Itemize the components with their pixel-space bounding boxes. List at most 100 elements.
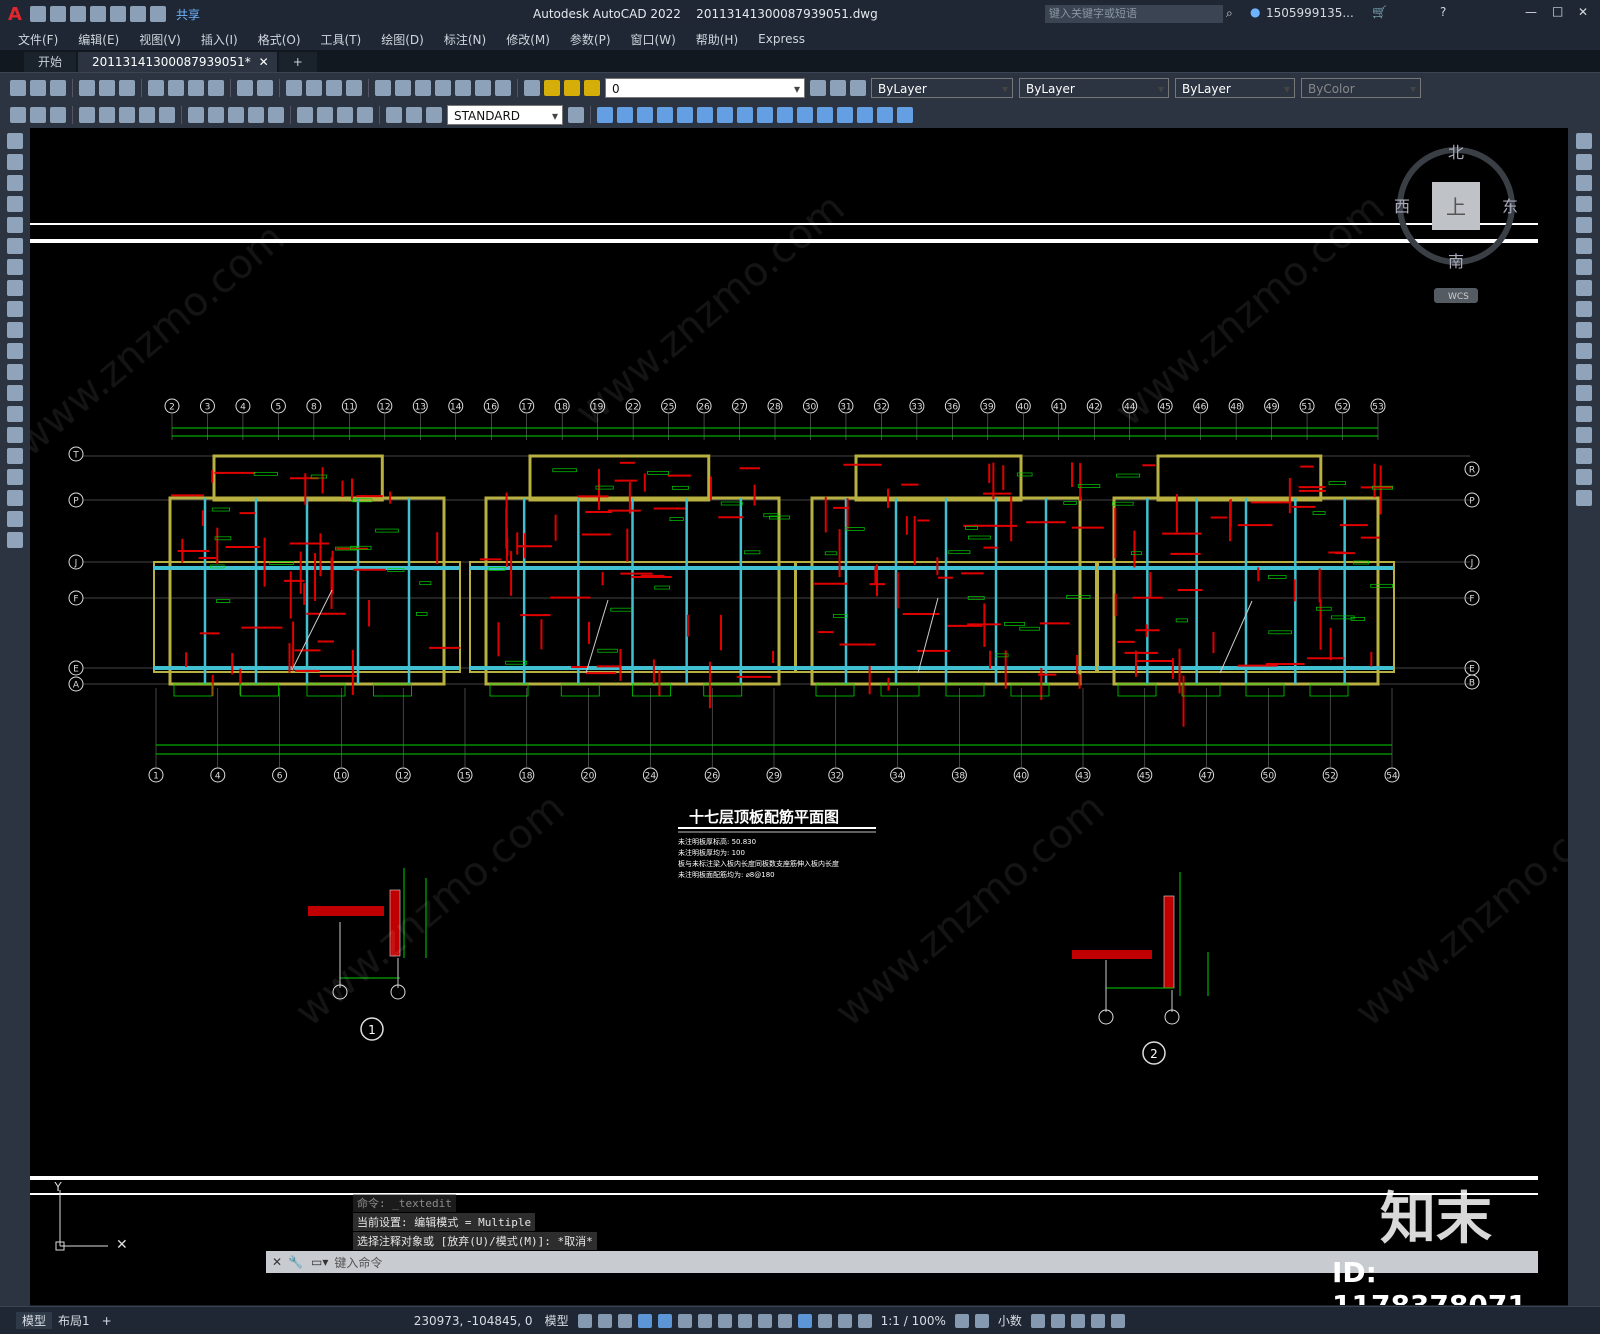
layer-previous-icon[interactable] — [830, 79, 846, 96]
customize-icon[interactable] — [1110, 1313, 1125, 1328]
save-file-icon[interactable] — [50, 79, 66, 96]
move-side-icon[interactable] — [1576, 238, 1592, 254]
lineweight-icon[interactable] — [737, 1313, 752, 1328]
polygon-icon[interactable] — [7, 196, 23, 212]
break-point-side-icon[interactable] — [1576, 364, 1592, 380]
point-icon[interactable] — [7, 406, 23, 422]
cmd-prompt-icon[interactable]: ▭▾ — [311, 1255, 328, 1269]
print-icon[interactable] — [79, 79, 95, 96]
fillet-side-icon[interactable] — [1576, 448, 1592, 464]
mirror-side-icon[interactable] — [1576, 175, 1592, 191]
units-select[interactable]: 小数 — [992, 1312, 1028, 1329]
menu-edit[interactable]: 编辑(E) — [68, 31, 129, 48]
dim-linear-icon[interactable] — [10, 107, 26, 123]
quick-dim-icon[interactable] — [188, 107, 204, 123]
array-icon[interactable] — [677, 107, 693, 123]
layout-tab-layout1[interactable]: 布局1 — [52, 1312, 96, 1329]
rotate-icon[interactable] — [717, 107, 733, 123]
tab-start[interactable]: 开始 — [24, 52, 77, 72]
properties-icon[interactable] — [375, 79, 391, 96]
lineweight-select[interactable]: ByLayer — [1175, 77, 1295, 99]
dim-aligned-icon[interactable] — [30, 107, 46, 123]
extend-side-icon[interactable] — [1576, 343, 1592, 359]
menu-window[interactable]: 窗口(W) — [621, 31, 686, 48]
help-icon[interactable]: ? — [1440, 5, 1446, 19]
redo-tool-icon[interactable] — [257, 79, 273, 96]
line-icon[interactable] — [7, 133, 23, 149]
chamfer-icon[interactable] — [857, 107, 873, 123]
dim-edit-icon[interactable] — [386, 107, 402, 123]
share-button[interactable]: 共享 — [176, 6, 200, 23]
menu-insert[interactable]: 插入(I) — [191, 31, 248, 48]
blend-side-icon[interactable] — [1576, 469, 1592, 485]
spline-icon[interactable] — [7, 301, 23, 317]
rotate-side-icon[interactable] — [1576, 259, 1592, 275]
annotation-scale[interactable]: 1:1 / 100% — [875, 1314, 952, 1328]
copy-side-icon[interactable] — [1576, 154, 1592, 170]
ellipse-arc-icon[interactable] — [7, 343, 23, 359]
move-icon[interactable] — [697, 107, 713, 123]
markup-icon[interactable] — [455, 79, 471, 96]
annotation-visibility-icon[interactable] — [837, 1313, 852, 1328]
center-mark-icon[interactable] — [317, 107, 333, 123]
close-tab-icon[interactable]: ✕ — [259, 52, 269, 72]
copy-object-icon[interactable] — [617, 107, 633, 123]
inspect-icon[interactable] — [337, 107, 353, 123]
text-style-select[interactable]: STANDARD — [447, 105, 563, 126]
3dosnap-icon[interactable] — [797, 1313, 812, 1328]
chamfer-side-icon[interactable] — [1576, 427, 1592, 443]
dynamic-ucs-icon[interactable] — [817, 1313, 832, 1328]
join-icon[interactable] — [837, 107, 853, 123]
zoom-window-icon[interactable] — [326, 79, 342, 96]
erase-icon[interactable] — [597, 107, 613, 123]
undo-tool-icon[interactable] — [237, 79, 253, 96]
jogged-linear-icon[interactable] — [357, 107, 373, 123]
menu-dimension[interactable]: 标注(N) — [434, 31, 496, 48]
tool-palette-icon[interactable] — [415, 79, 431, 96]
paste-icon[interactable] — [188, 79, 204, 96]
design-center-icon[interactable] — [395, 79, 411, 96]
close-button[interactable]: ✕ — [1578, 5, 1588, 19]
viewcube-north[interactable]: 北 — [1448, 143, 1464, 162]
matchprop-icon[interactable] — [208, 79, 224, 96]
save-icon[interactable] — [69, 6, 86, 22]
calculator-icon[interactable] — [475, 79, 491, 96]
stretch-side-icon[interactable] — [1576, 301, 1592, 317]
snap-icon[interactable] — [597, 1313, 612, 1328]
otrack-icon[interactable] — [697, 1313, 712, 1328]
open-file-icon[interactable] — [30, 79, 46, 96]
zoom-realtime-icon[interactable] — [306, 79, 322, 96]
copy-icon[interactable] — [168, 79, 184, 96]
sheet-set-icon[interactable] — [435, 79, 451, 96]
fillet-icon[interactable] — [877, 107, 893, 123]
insert-block-icon[interactable] — [7, 364, 23, 380]
clean-screen-icon[interactable] — [1090, 1313, 1105, 1328]
search-input[interactable]: 键入关键字或短语 — [1045, 5, 1223, 23]
autocad-logo[interactable]: A — [8, 4, 22, 25]
ellipse-icon[interactable] — [7, 322, 23, 338]
maximize-button[interactable]: □ — [1552, 4, 1563, 18]
new-tab-button[interactable]: + — [278, 52, 317, 72]
explode-side-icon[interactable] — [1576, 490, 1592, 506]
undo-icon[interactable] — [129, 6, 146, 22]
quick-properties-icon[interactable] — [1030, 1313, 1045, 1328]
hardware-acceleration-icon[interactable] — [1070, 1313, 1085, 1328]
layer-properties-icon[interactable] — [524, 79, 540, 96]
viewcube-south[interactable]: 南 — [1448, 252, 1464, 271]
tab-drawing[interactable]: 20113141300087939051* ✕ — [78, 52, 277, 72]
preview-icon[interactable] — [99, 79, 115, 96]
array-side-icon[interactable] — [1576, 217, 1592, 233]
menu-help[interactable]: 帮助(H) — [686, 31, 748, 48]
explode-icon[interactable] — [897, 107, 913, 123]
viewcube-top[interactable]: 上 — [1446, 195, 1466, 219]
isodraft-icon[interactable] — [677, 1313, 692, 1328]
arc-icon[interactable] — [7, 238, 23, 254]
minimize-button[interactable]: — — [1525, 5, 1537, 19]
user-icon[interactable]: ● — [1250, 5, 1260, 19]
command-input[interactable]: 键入命令 — [334, 1254, 382, 1271]
cut-icon[interactable] — [148, 79, 164, 96]
scale-side-icon[interactable] — [1576, 280, 1592, 296]
trim-side-icon[interactable] — [1576, 322, 1592, 338]
dim-jogged-icon[interactable] — [119, 107, 135, 123]
dim-space-icon[interactable] — [248, 107, 264, 123]
